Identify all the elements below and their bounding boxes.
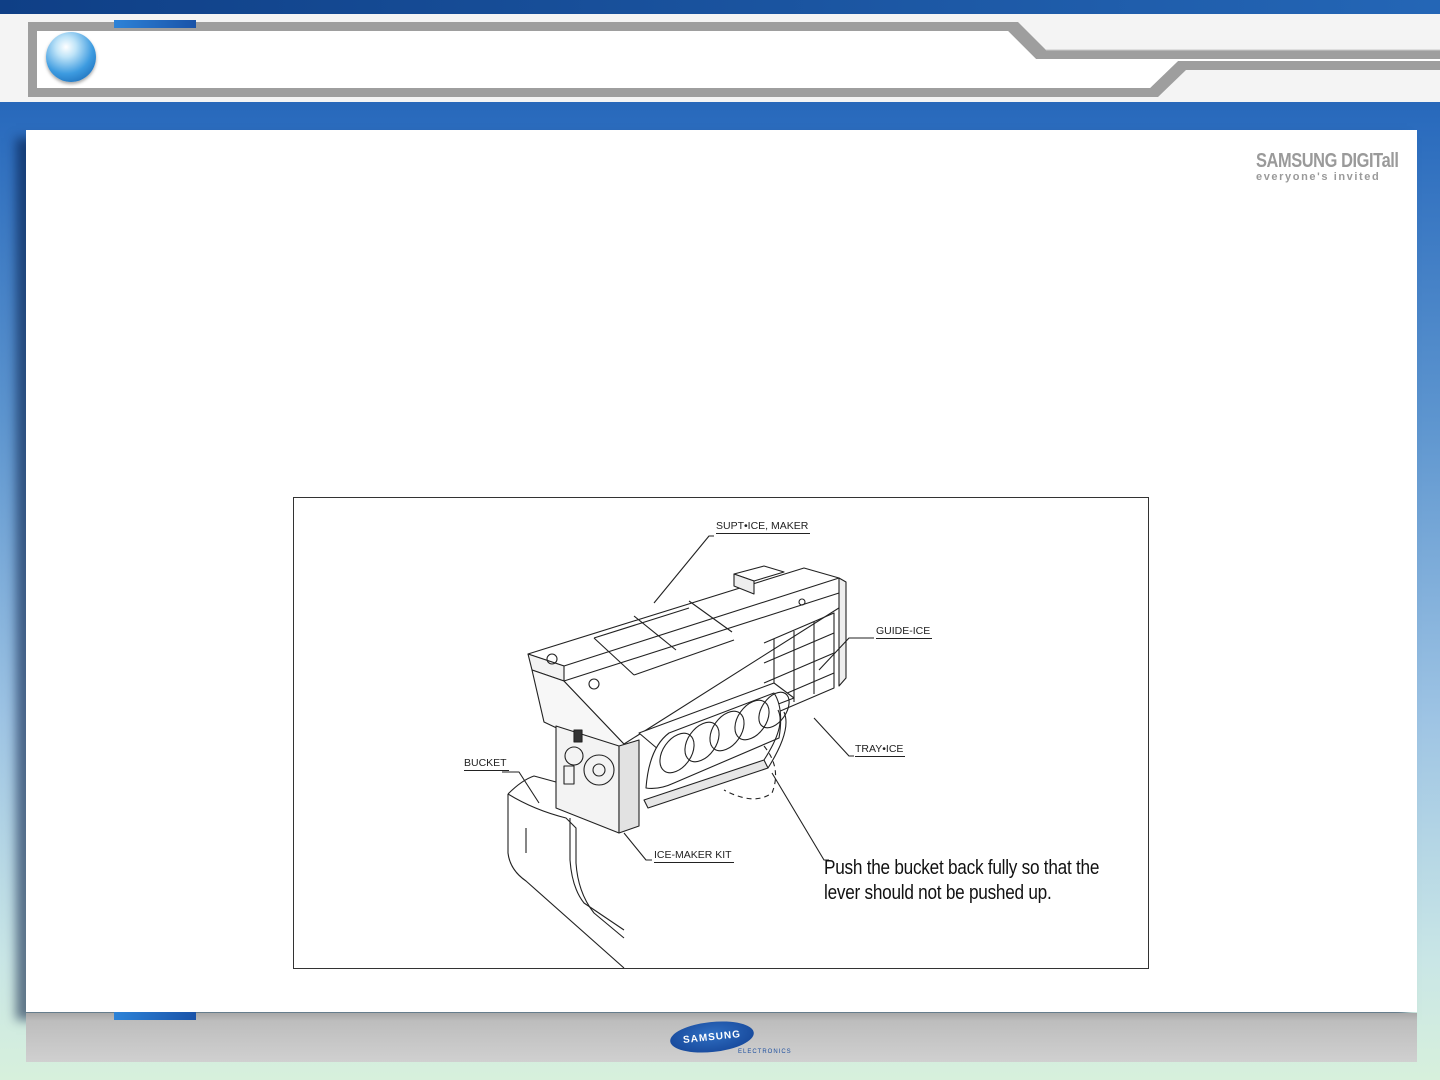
- footer-accent-stripe: [114, 1012, 196, 1020]
- label-guide-ice: GUIDE-ICE: [876, 625, 933, 639]
- label-supt-ice-maker: SUPT•ICE, MAKER: [716, 520, 811, 534]
- logo-brand-text: SAMSUNG DIGITall: [1256, 150, 1399, 172]
- blue-orb-icon: [46, 32, 96, 82]
- top-blue-bar: [0, 0, 1440, 14]
- label-bucket: BUCKET: [464, 757, 509, 771]
- header-accent-stripe: [114, 20, 196, 28]
- footer-logo-text: SAMSUNG: [682, 1028, 742, 1046]
- samsung-digitall-logo: SAMSUNG DIGITall everyone's invited: [1256, 150, 1416, 192]
- instruction-note: Push the bucket back fully so that the l…: [824, 857, 1100, 904]
- ice-maker-diagram: SUPT•ICE, MAKER GUIDE-ICE TRAY•ICE BUCKE…: [293, 497, 1149, 969]
- label-ice-maker-kit: ICE-MAKER KIT: [654, 849, 734, 863]
- label-tray-ice: TRAY•ICE: [855, 743, 906, 757]
- header-frame: [28, 22, 1440, 97]
- footer-logo-subtext: ELECTRONICS: [738, 1049, 792, 1055]
